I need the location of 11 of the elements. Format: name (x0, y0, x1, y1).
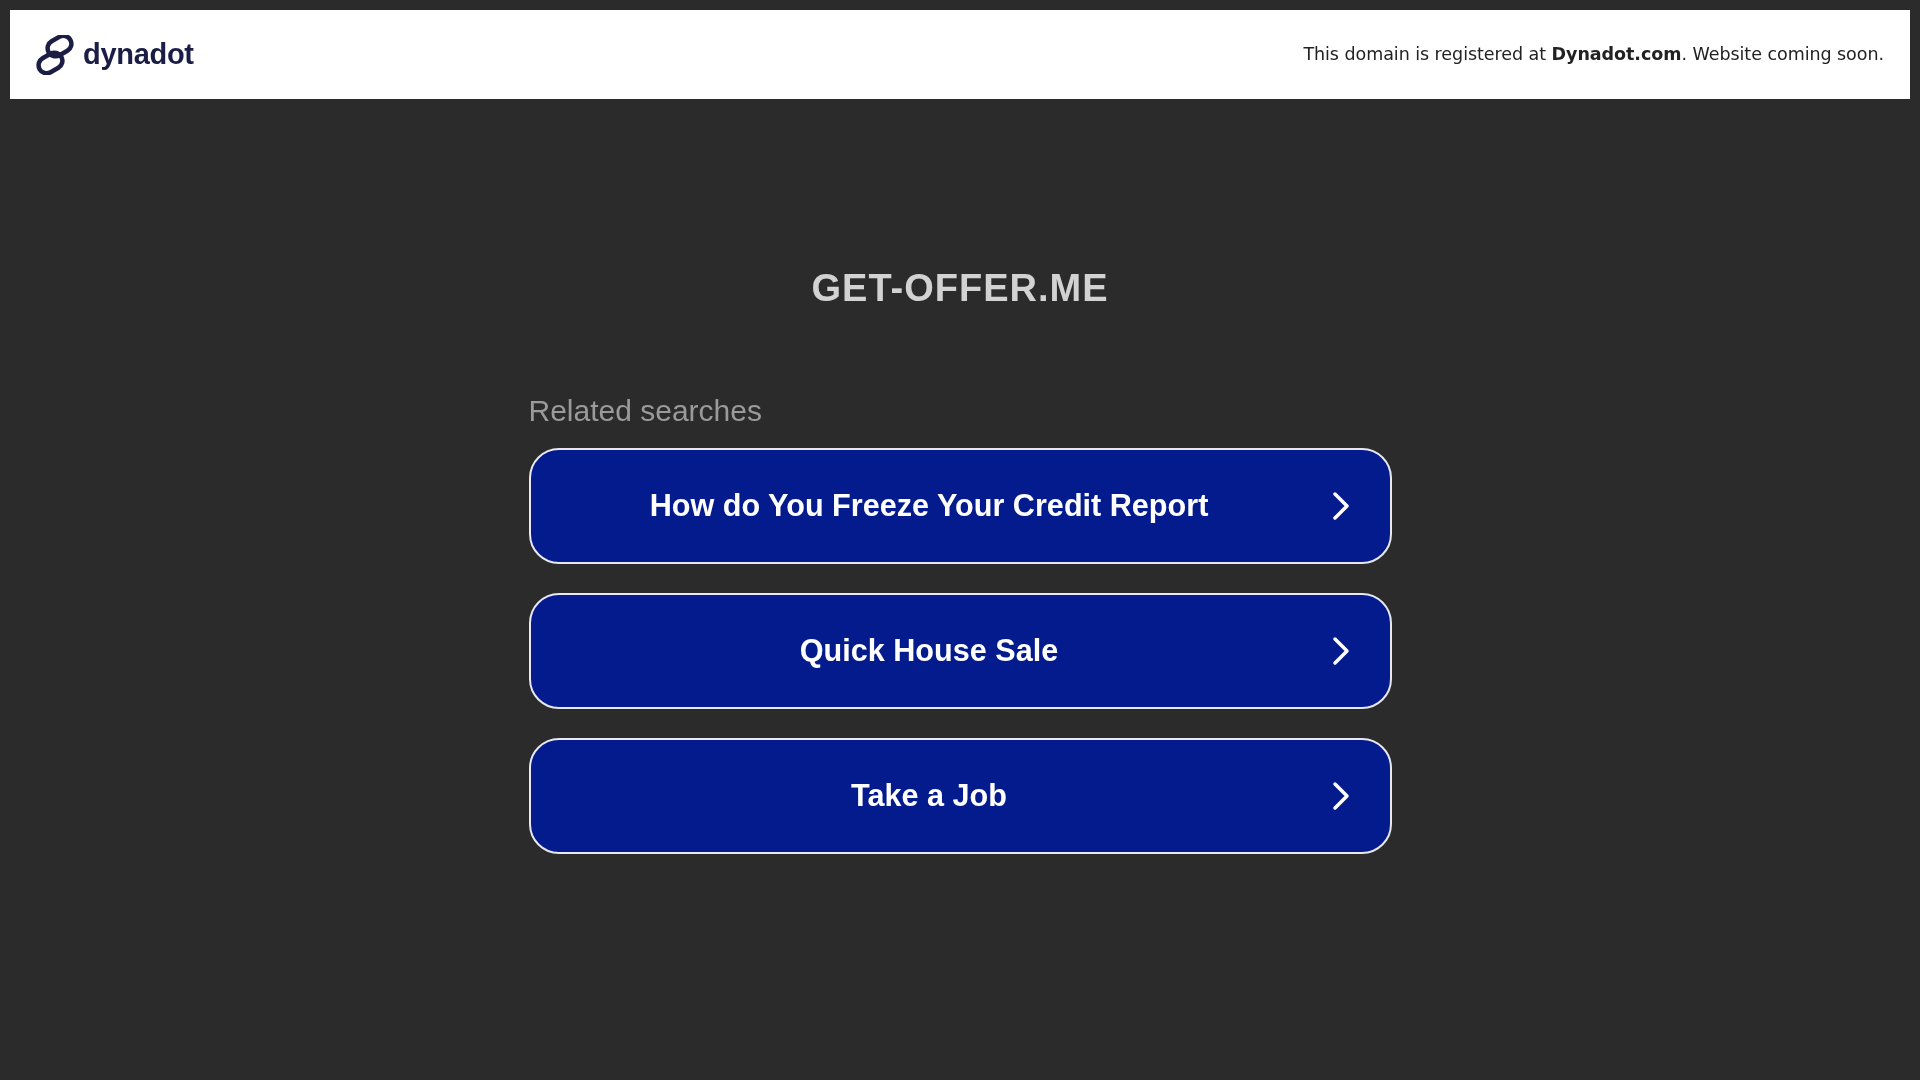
chevron-right-icon (1331, 636, 1350, 666)
related-search-link[interactable]: Take a Job (528, 738, 1392, 854)
chevron-right-icon (1331, 781, 1350, 811)
related-search-link[interactable]: Quick House Sale (528, 593, 1392, 709)
registration-notice: This domain is registered at Dynadot.com. Website coming soon. (1303, 43, 1884, 67)
related-searches-heading: Related searches (528, 396, 763, 426)
domain-title: GET-OFFER.ME (810, 269, 1110, 307)
chain-link-icon (35, 34, 75, 75)
logo-wordmark[interactable]: dynadot (83, 32, 194, 77)
chevron-right-icon (1331, 491, 1350, 521)
related-search-link[interactable]: How do You Freeze Your Credit Report (528, 448, 1392, 564)
